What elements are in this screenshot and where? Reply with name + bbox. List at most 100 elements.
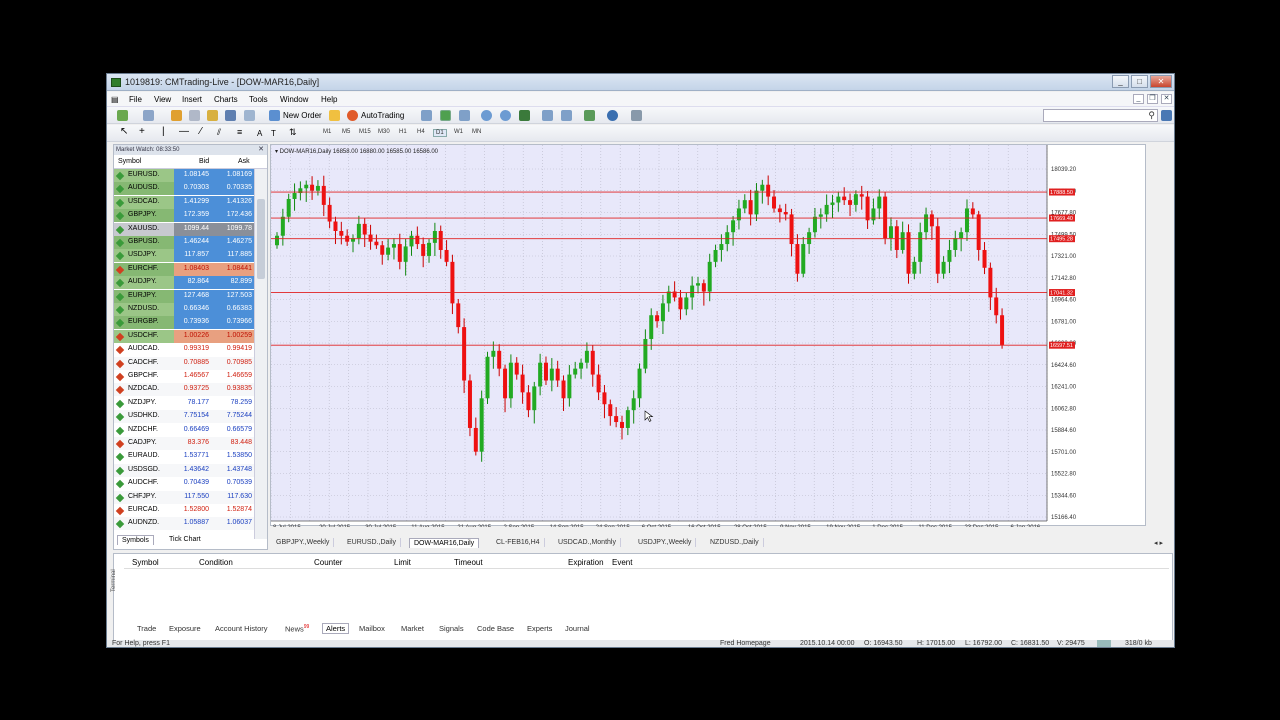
market-watch-scrollbar[interactable] — [254, 169, 267, 539]
templates-icon[interactable] — [631, 110, 642, 121]
menu-icon[interactable]: ▤ — [111, 95, 119, 104]
cursor-icon[interactable]: ↖ — [120, 126, 128, 137]
minimize-button[interactable]: _ — [1112, 75, 1129, 88]
col-bid[interactable]: Bid — [199, 158, 209, 165]
timeframe-mn[interactable]: MN — [472, 129, 481, 135]
candlestick-icon[interactable] — [440, 110, 451, 121]
menu-window[interactable]: Window — [280, 95, 308, 104]
terminal-icon[interactable] — [225, 110, 236, 121]
market-watch-row[interactable]: USDHKD. 7.75154 7.75244 — [114, 410, 254, 424]
tab-code-base[interactable]: Code Base — [477, 624, 514, 633]
timeframe-m1[interactable]: M1 — [323, 129, 331, 135]
channel-icon[interactable]: ⫽ — [217, 127, 221, 138]
search-icon[interactable]: ⚲ — [1148, 110, 1155, 121]
tab-market[interactable]: Market — [401, 624, 424, 633]
periods-icon[interactable] — [607, 110, 618, 121]
col-limit-header[interactable]: Limit — [394, 558, 411, 567]
vertical-line-icon[interactable]: | — [162, 126, 165, 137]
tab-experts[interactable]: Experts — [527, 624, 552, 633]
market-watch-row[interactable]: AUDCAD. 0.99319 0.99419 — [114, 343, 254, 357]
navigator-icon[interactable] — [171, 110, 182, 121]
close-button[interactable]: ✕ — [1150, 75, 1172, 88]
market-watch-row[interactable]: CADCHF. 0.70885 0.70985 — [114, 356, 254, 370]
market-watch-row[interactable]: USDCHF. 1.00226 1.00259 — [114, 329, 254, 343]
timeframe-m5[interactable]: M5 — [342, 129, 350, 135]
chart-tab-cl-feb16-h4[interactable]: CL-FEB16,H4 — [492, 538, 545, 547]
market-watch-row[interactable]: USDJPY. 117.857 117.885 — [114, 249, 254, 263]
tab-trade[interactable]: Trade — [137, 624, 156, 633]
market-watch-row[interactable]: GBPCHF. 1.46567 1.46659 — [114, 370, 254, 383]
profiles-icon[interactable] — [143, 110, 154, 121]
arrows-icon[interactable]: ⇅ — [289, 127, 297, 138]
text-tool-icon[interactable]: A — [257, 129, 262, 138]
market-watch-close-icon[interactable]: ✕ — [258, 145, 264, 155]
maximize-button[interactable]: □ — [1131, 75, 1148, 88]
metaeditor-icon[interactable] — [329, 110, 340, 121]
zoom-in-icon[interactable] — [481, 110, 492, 121]
market-watch-row[interactable]: NZDJPY. 78.177 78.259 — [114, 396, 254, 410]
menu-insert[interactable]: Insert — [182, 95, 202, 104]
market-watch-row[interactable]: AUDCHF. 0.70439 0.70539 — [114, 477, 254, 491]
market-watch-row[interactable]: GBPJPY. 172.359 172.436 — [114, 209, 254, 223]
line-chart-icon[interactable] — [459, 110, 470, 121]
market-watch-row[interactable]: AUDNZD. 1.05887 1.06037 — [114, 517, 254, 531]
market-watch-row[interactable]: EURCAD. 1.52800 1.52874 — [114, 504, 254, 517]
market-watch-row[interactable]: EURJPY. 127.468 127.503 — [114, 289, 254, 303]
new-chart-icon[interactable] — [117, 110, 128, 121]
col-timeout-header[interactable]: Timeout — [454, 558, 483, 567]
fibonacci-icon[interactable]: ≡ — [237, 127, 242, 137]
zoom-out-icon[interactable] — [500, 110, 511, 121]
market-watch-row[interactable]: EURCHF. 1.08403 1.08441 — [114, 262, 254, 276]
search-input[interactable]: ⚲ — [1043, 109, 1158, 122]
tab-exposure[interactable]: Exposure — [169, 624, 201, 633]
market-watch-row[interactable]: XAUUSD. 1099.44 1099.78 — [114, 222, 254, 236]
scrollbar-thumb[interactable] — [257, 199, 265, 279]
market-watch-row[interactable]: CADJPY. 83.376 83.448 — [114, 437, 254, 450]
tile-windows-icon[interactable] — [519, 110, 530, 121]
autoscroll-icon[interactable] — [561, 110, 572, 121]
timeframe-h1[interactable]: H1 — [399, 129, 407, 135]
tester-icon[interactable] — [244, 110, 255, 121]
menu-help[interactable]: Help — [321, 95, 337, 104]
tab-news[interactable]: News99 — [285, 624, 309, 634]
trendline-icon[interactable]: ⁄ — [200, 126, 202, 137]
tab-mailbox[interactable]: Mailbox — [359, 624, 385, 633]
market-watch-row[interactable]: NZDUSD. 0.66346 0.66383 — [114, 303, 254, 316]
chart-shift-icon[interactable] — [542, 110, 553, 121]
market-watch-row[interactable]: USDSGD. 1.43642 1.43748 — [114, 463, 254, 477]
col-symbol[interactable]: Symbol — [118, 158, 141, 165]
crosshair-icon[interactable] — [189, 110, 200, 121]
tab-alerts[interactable]: Alerts — [322, 623, 350, 634]
col-ask[interactable]: Ask — [238, 158, 250, 165]
mdi-close-button[interactable]: ✕ — [1161, 94, 1172, 104]
title-bar[interactable]: 1019819: CMTrading-Live - [DOW-MAR16,Dai… — [107, 74, 1174, 91]
chart-tab-nzdusd-daily[interactable]: NZDUSD.,Daily — [706, 538, 764, 547]
data-window-icon[interactable] — [207, 110, 218, 121]
market-watch-row[interactable]: EURUSD. 1.08145 1.08169 — [114, 169, 254, 182]
timeframe-m30[interactable]: M30 — [378, 129, 390, 135]
menu-charts[interactable]: Charts — [214, 95, 238, 104]
timeframe-d1[interactable]: D1 — [433, 129, 447, 137]
col-expiration-header[interactable]: Expiration — [568, 558, 604, 567]
menu-tools[interactable]: Tools — [249, 95, 268, 104]
new-order-button[interactable]: New Order — [283, 111, 322, 120]
market-watch-row[interactable]: GBPUSD. 1.46244 1.46275 — [114, 236, 254, 249]
bar-chart-icon[interactable] — [421, 110, 432, 121]
crosshair-tool-icon[interactable]: + — [139, 126, 145, 137]
mdi-restore-button[interactable]: ❐ — [1147, 94, 1158, 104]
market-watch-row[interactable]: EURGBP. 0.73936 0.73966 — [114, 316, 254, 330]
chart-tab-eurusd-daily[interactable]: EURUSD.,Daily — [343, 538, 402, 547]
menu-view[interactable]: View — [154, 95, 171, 104]
label-tool-icon[interactable]: T — [271, 129, 276, 138]
timeframe-h4[interactable]: H4 — [417, 129, 425, 135]
horizontal-line-icon[interactable]: — — [179, 126, 189, 137]
menu-file[interactable]: File — [129, 95, 142, 104]
chart-window[interactable]: 18039.2017858.9017677.8017499.5017321.00… — [270, 144, 1146, 527]
col-event-header[interactable]: Event — [612, 558, 632, 567]
market-watch-row[interactable]: CHFJPY. 117.550 117.630 — [114, 490, 254, 504]
market-watch-row[interactable]: EURAUD. 1.53771 1.53850 — [114, 450, 254, 464]
col-counter-header[interactable]: Counter — [314, 558, 342, 567]
timeframe-m15[interactable]: M15 — [359, 129, 371, 135]
market-watch-row[interactable]: NZDCAD. 0.93725 0.93835 — [114, 383, 254, 397]
col-condition-header[interactable]: Condition — [199, 558, 233, 567]
